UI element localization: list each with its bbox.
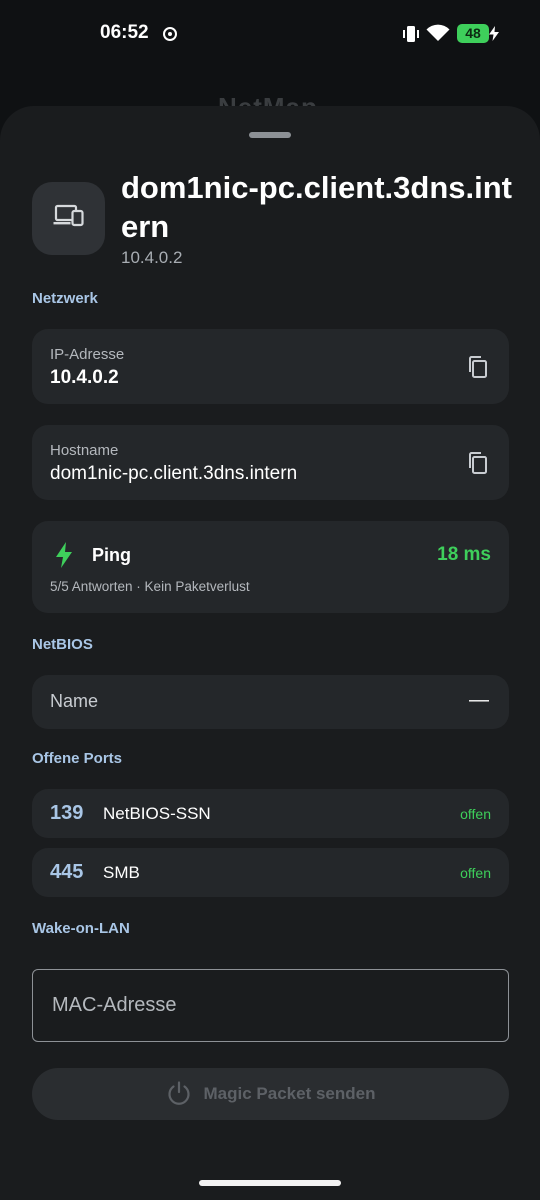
recording-icon [163,27,177,41]
charging-icon [489,26,499,46]
section-label-open-ports: Offene Ports [32,750,123,767]
section-label-netbios: NetBIOS [32,636,93,653]
ip-address-card: IP-Adresse 10.4.0.2 [32,329,509,404]
port-status: offen [460,865,491,881]
home-indicator[interactable] [199,1180,341,1186]
device-type-tile [32,182,105,255]
hostname-label: Hostname [50,442,119,459]
netbios-name-card: Name — [32,675,509,729]
ip-address-value: 10.4.0.2 [50,367,119,388]
copy-icon[interactable] [465,354,491,380]
device-ip-subtitle: 10.4.0.2 [121,248,183,267]
ping-summary: 5/5 Antworten · Kein Paketverlust [50,579,250,594]
port-status: offen [460,806,491,822]
port-number: 445 [50,861,84,883]
hostname-card: Hostname dom1nic-pc.client.3dns.intern [32,425,509,500]
status-bar: 06:52 48 [0,0,540,70]
mac-address-input[interactable] [32,969,509,1042]
battery-indicator: 48 [457,24,489,43]
port-row: 139 NetBIOS-SSN offen [32,789,509,838]
send-magic-packet-label: Magic Packet senden [203,1084,376,1103]
port-row: 445 SMB offen [32,848,509,897]
device-hostname-title: dom1nic-pc.client.3dns.intern [121,170,512,244]
vibrate-icon [403,25,419,48]
ping-card: Ping 18 ms 5/5 Antworten · Kein Paketver… [32,521,509,613]
device-detail-sheet: dom1nic-pc.client.3dns.intern 10.4.0.2 N… [0,106,540,1200]
copy-icon[interactable] [465,450,491,476]
send-magic-packet-button[interactable]: Magic Packet senden [32,1068,509,1120]
netbios-name-label: Name [50,691,99,711]
bolt-icon [56,542,72,573]
power-icon [166,1080,192,1109]
status-time: 06:52 [100,22,149,43]
ping-latency: 18 ms [437,544,491,565]
wifi-icon [426,24,450,47]
ip-address-label: IP-Adresse [50,346,125,363]
drag-handle[interactable] [249,132,291,138]
port-service: NetBIOS-SSN [103,804,211,823]
ping-label: Ping [92,545,131,565]
section-label-network: Netzwerk [32,290,98,307]
port-service: SMB [103,863,140,882]
devices-icon [53,203,85,234]
section-label-wake-on-lan: Wake-on-LAN [32,920,130,937]
port-number: 139 [50,802,84,824]
netbios-name-value: — [469,689,489,711]
hostname-value: dom1nic-pc.client.3dns.intern [50,463,298,484]
